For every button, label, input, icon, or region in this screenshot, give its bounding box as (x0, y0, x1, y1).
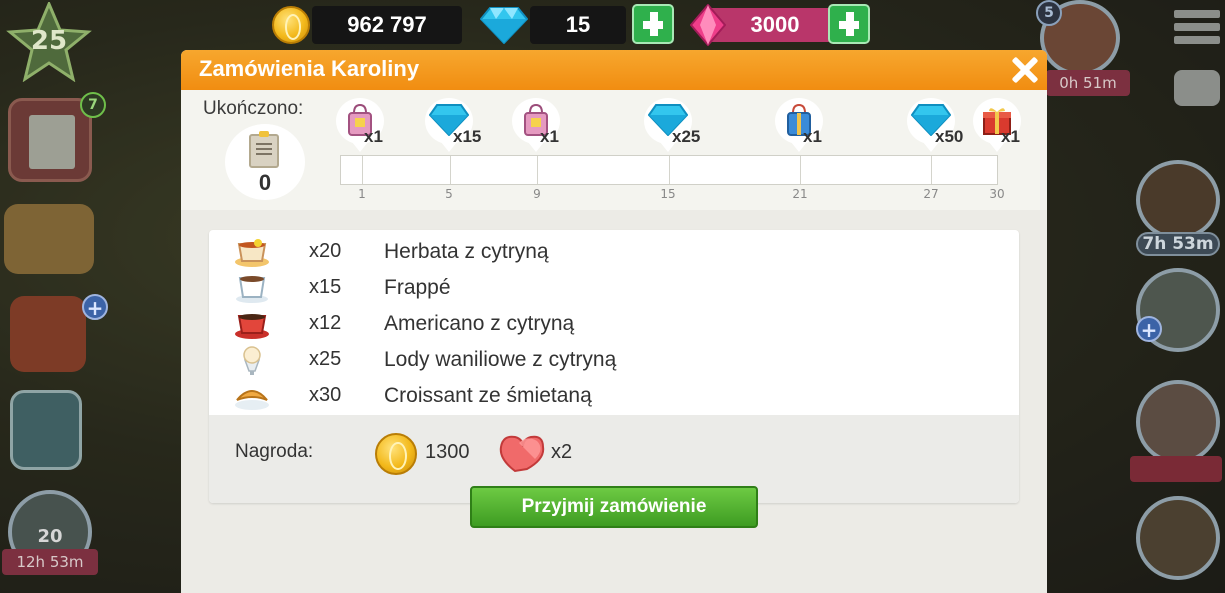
coin-balance: 962 797 (312, 6, 462, 44)
milestone-qty: x25 (672, 127, 701, 146)
order-qty: x20 (309, 240, 342, 262)
level-number: 25 (30, 26, 68, 56)
reward-coin-icon (375, 433, 417, 475)
order-row: x20 Herbata z cytryną (209, 234, 1019, 270)
order-name: Lody waniliowe z cytryną (384, 348, 617, 371)
orders-dialog: Zamówienia Karoliny Ukończono: 0 1 5 9 1… (181, 50, 1047, 593)
order-row: x15 Frappé (209, 270, 1019, 306)
frappe-icon (236, 276, 268, 303)
dialog-header: Zamówienia Karoliny (181, 50, 1047, 90)
order-row: x12 Americano z cytryną (209, 306, 1019, 342)
order-name: Herbata z cytryną (384, 240, 549, 263)
milestone-qty: x1 (364, 127, 383, 146)
order-name: Croissant ze śmietaną (384, 384, 592, 407)
order-name: Americano z cytryną (384, 312, 575, 335)
milestone[interactable]: x1 (336, 98, 384, 152)
reward-hearts-qty: x2 (551, 441, 573, 463)
milestone-qty: x15 (453, 127, 482, 146)
order-qty: x12 (309, 312, 342, 334)
ingredients-box-icon[interactable] (4, 204, 94, 274)
dialog-title: Zamówienia Karoliny (199, 56, 420, 81)
milestone[interactable]: x15 (425, 98, 481, 152)
ruby-balance: 3000 (708, 8, 832, 42)
tick-label: 5 (445, 187, 453, 201)
shop-plus-button[interactable]: + (82, 294, 108, 320)
milestone-qty: x1 (803, 127, 822, 146)
coffee-to-go-count: 20 (37, 526, 63, 547)
menu-hamburger-icon[interactable] (1174, 10, 1220, 46)
orders-panel: x20 Herbata z cytryną x15 Frappé x12 Ame… (209, 230, 1019, 503)
chalkboard-icon[interactable] (1136, 496, 1220, 580)
reward-label: Nagroda: (235, 441, 314, 462)
completed-label: Ukończono: (203, 98, 304, 119)
order-row: x25 Lody waniliowe z cytryną (209, 342, 1019, 378)
gem-balance: 15 (530, 6, 626, 44)
tick-label: 9 (533, 187, 541, 201)
event-badge: 5 (1036, 0, 1062, 26)
add-gems-button[interactable] (632, 4, 674, 44)
completed-counter: 0 (225, 124, 305, 200)
order-name: Frappé (384, 276, 451, 299)
milestone-qty: x50 (935, 127, 964, 146)
milestone-qty: x1 (1001, 127, 1020, 146)
heart-icon (499, 435, 545, 473)
gem-icon (479, 6, 529, 48)
shop-gift-icon[interactable] (10, 296, 86, 372)
milestone[interactable]: x25 (644, 98, 700, 152)
completed-value: 0 (258, 170, 272, 195)
tick-label: 21 (792, 187, 808, 201)
tick-label: 27 (923, 187, 939, 201)
spices-timer: 7h 53m (1136, 232, 1220, 256)
coffee-to-go-timer: 12h 53m (2, 549, 98, 575)
ruby-icon (689, 3, 727, 50)
clipboard-icon (249, 131, 279, 168)
order-qty: x25 (309, 348, 342, 370)
milestone[interactable]: x1 (973, 98, 1021, 152)
spices-icon[interactable] (1136, 160, 1220, 240)
balloon-icon[interactable] (1136, 380, 1220, 464)
vanilla-ice-cream-icon (243, 346, 261, 375)
recipes-plus-button[interactable]: + (1136, 316, 1162, 342)
milestone-qty: x1 (540, 127, 559, 146)
milestone[interactable]: x1 (775, 98, 823, 152)
tick-label: 1 (358, 187, 366, 201)
phone-icon[interactable] (10, 390, 82, 470)
chat-icon[interactable] (1174, 70, 1220, 106)
task-list-icon[interactable] (8, 98, 92, 182)
coin-icon (272, 6, 310, 44)
progress-track (340, 155, 998, 185)
level-star-icon[interactable]: 25 (6, 0, 92, 83)
order-qty: x30 (309, 384, 342, 406)
order-qty: x15 (309, 276, 342, 298)
reward-coins: 1300 (425, 441, 470, 463)
close-button[interactable] (1009, 54, 1041, 86)
americano-icon (235, 314, 269, 339)
add-rubies-button[interactable] (828, 4, 870, 44)
order-row: x30 Croissant ze śmietaną (209, 378, 1019, 414)
tick-label: 15 (660, 187, 676, 201)
accept-order-button[interactable]: Przyjmij zamówienie (470, 486, 758, 528)
tick-label: 30 (989, 187, 1005, 201)
event-timer: 0h 51m (1046, 70, 1130, 96)
milestone[interactable]: x1 (512, 98, 560, 152)
balloon-ribbon (1130, 456, 1222, 482)
lemon-tea-icon (235, 239, 269, 267)
task-count-badge: 7 (80, 92, 106, 118)
milestone[interactable]: x50 (907, 98, 963, 152)
croissant-icon (235, 390, 269, 410)
